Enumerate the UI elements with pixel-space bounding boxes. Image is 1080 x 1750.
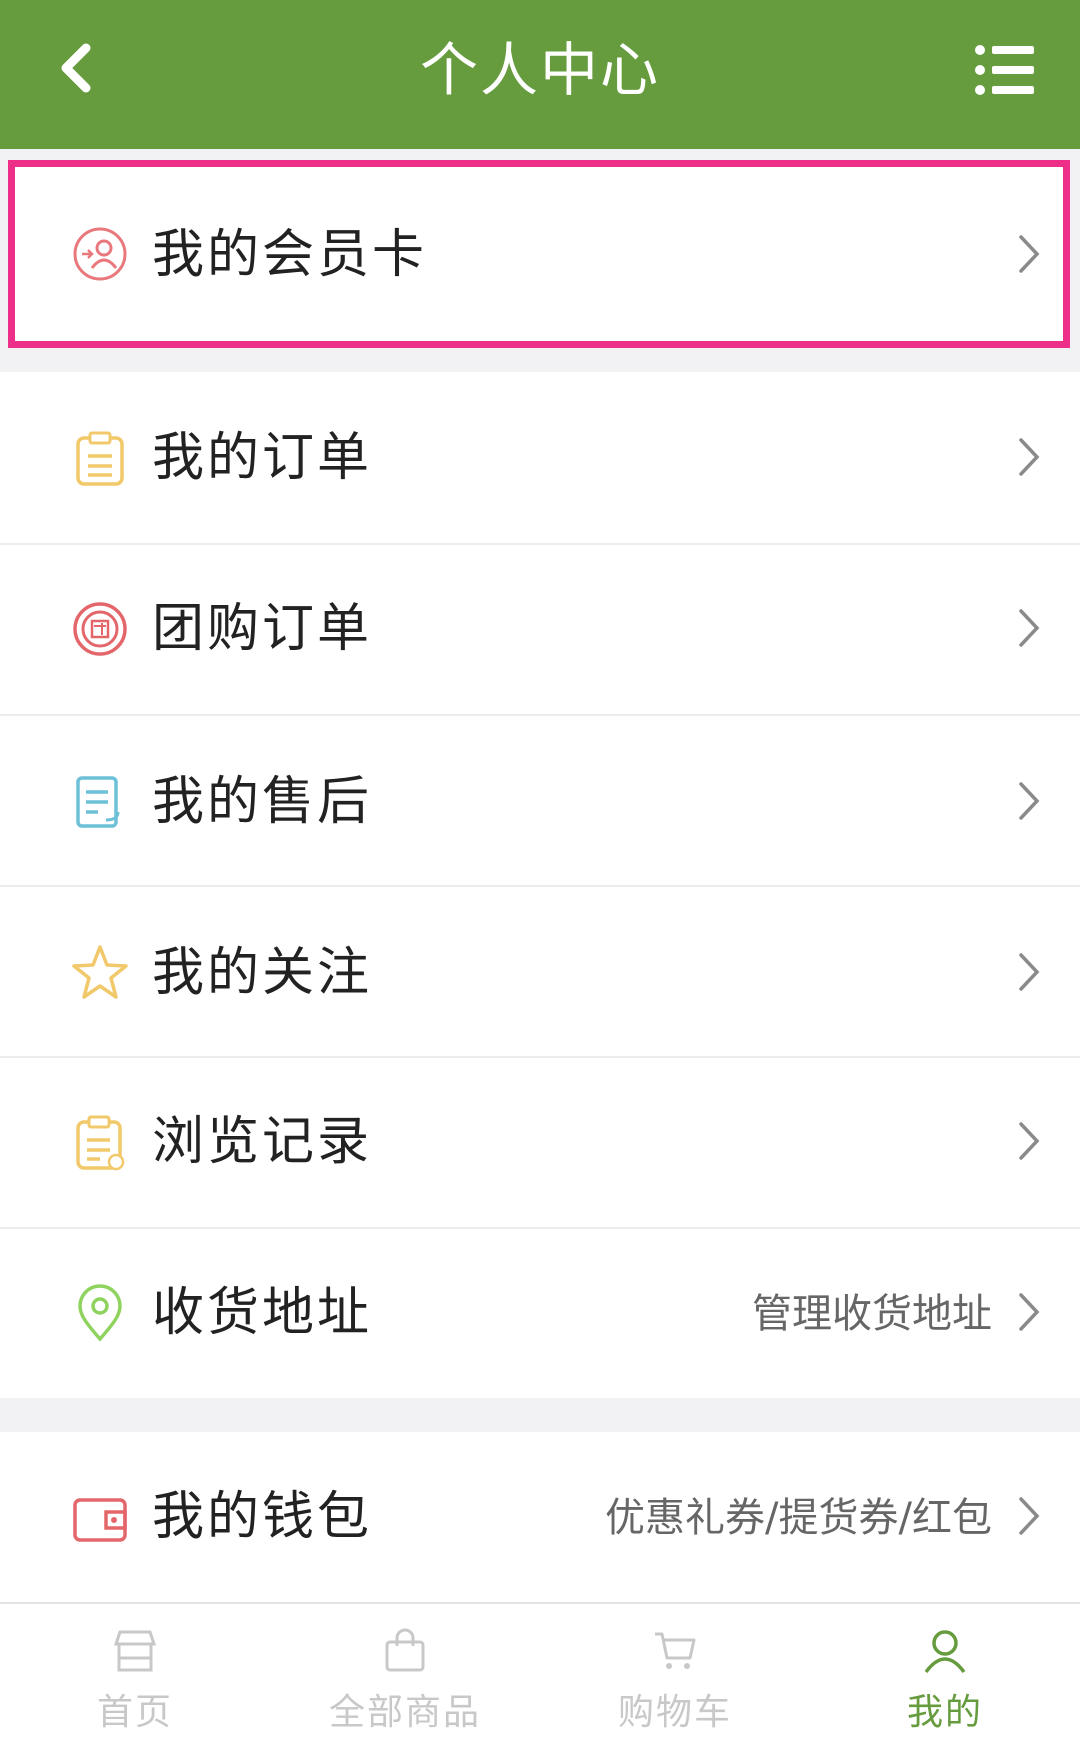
clipboard-icon — [76, 431, 124, 486]
chevron-right-icon — [1019, 438, 1040, 476]
member-card-icon — [73, 227, 127, 281]
chevron-right-icon — [1019, 1122, 1040, 1160]
star-icon — [72, 945, 128, 999]
menu-item-member-card[interactable]: 我的会员卡 — [0, 168, 1080, 339]
menu-item-label: 我的会员卡 — [152, 225, 428, 285]
page-title: 个人中心 — [419, 36, 660, 104]
tab-label: 购物车 — [617, 1692, 732, 1733]
tab-all-products[interactable]: 全部商品 — [270, 1604, 540, 1750]
menu-item-label: 团购订单 — [152, 599, 373, 659]
chevron-right-icon — [1019, 953, 1040, 991]
chevron-right-icon — [1019, 235, 1040, 273]
menu-item-address[interactable]: 收货地址 管理收货地址 — [0, 1229, 1080, 1400]
cart-icon — [655, 1632, 696, 1669]
menu-item-label: 浏览记录 — [152, 1112, 373, 1172]
history-icon — [76, 1115, 125, 1171]
menu-item-hint: 优惠礼券/提货券/红包 — [605, 1495, 992, 1541]
menu-item-label: 我的售后 — [152, 772, 373, 832]
store-icon — [113, 1630, 157, 1672]
menu-item-orders[interactable]: 我的订单 — [0, 372, 1080, 543]
chevron-right-icon — [1019, 609, 1040, 647]
group-buy-icon — [73, 602, 127, 656]
after-sales-icon — [76, 776, 120, 828]
menu-item-label: 我的订单 — [152, 428, 373, 488]
chevron-right-icon — [1019, 782, 1040, 820]
tab-cart[interactable]: 购物车 — [540, 1604, 810, 1750]
chevron-right-icon — [1019, 1293, 1040, 1331]
tab-label: 我的 — [906, 1692, 983, 1733]
location-pin-icon — [78, 1284, 122, 1342]
tab-home[interactable]: 首页 — [0, 1604, 270, 1750]
wallet-icon — [73, 1498, 127, 1542]
tab-label: 首页 — [96, 1692, 173, 1733]
chevron-right-icon — [1019, 1497, 1040, 1535]
menu-item-hint: 管理收货地址 — [752, 1291, 992, 1337]
menu-item-wallet[interactable]: 我的钱包 优惠礼券/提货券/红包 — [0, 1432, 1080, 1603]
bottom-tab-bar: 首页 全部商品 购物车 我的 — [0, 1602, 1080, 1750]
menu-item-label: 我的关注 — [152, 943, 373, 1003]
menu-item-label: 收货地址 — [152, 1283, 373, 1343]
tab-mine[interactable]: 我的 — [810, 1604, 1080, 1750]
list-menu-icon[interactable] — [974, 44, 1034, 96]
menu-item-history[interactable]: 浏览记录 — [0, 1058, 1080, 1229]
user-icon — [924, 1630, 966, 1674]
tab-label: 全部商品 — [328, 1692, 481, 1733]
menu-item-group-orders[interactable]: 团购订单 — [0, 545, 1080, 716]
shopping-bag-icon — [385, 1628, 425, 1672]
header-bar: 个人中心 — [0, 0, 1080, 149]
menu-item-follows[interactable]: 我的关注 — [0, 887, 1080, 1058]
menu-item-after-sales[interactable]: 我的售后 — [0, 716, 1080, 887]
menu-item-label: 我的钱包 — [152, 1487, 373, 1547]
